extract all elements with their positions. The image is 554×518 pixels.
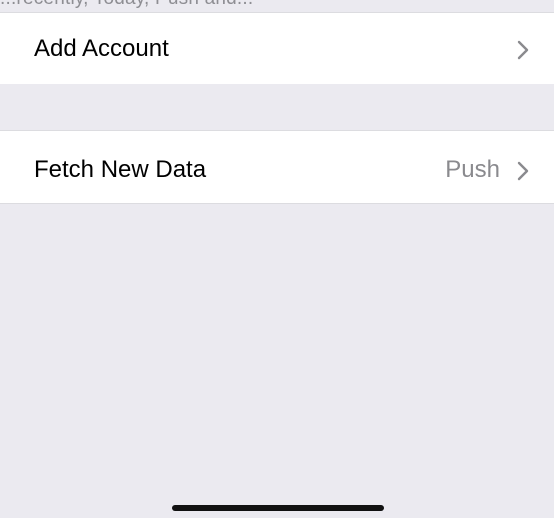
add-account-label: Add Account xyxy=(34,35,169,62)
section-footer-clipped: ...recently, Today, Push and... xyxy=(0,0,554,12)
fetch-new-data-row[interactable]: Fetch New Data Push xyxy=(0,131,554,203)
home-indicator xyxy=(172,505,384,511)
section-footer-text: ...recently, Today, Push and... xyxy=(0,0,253,10)
add-account-row[interactable]: Add Account xyxy=(0,13,554,84)
accounts-group: Add Account xyxy=(0,12,554,84)
chevron-right-icon xyxy=(517,40,529,60)
fetch-new-data-label: Fetch New Data xyxy=(34,156,207,183)
fetch-new-data-value: Push xyxy=(445,156,500,183)
fetch-group: Fetch New Data Push xyxy=(0,130,554,204)
chevron-right-icon xyxy=(517,161,529,181)
